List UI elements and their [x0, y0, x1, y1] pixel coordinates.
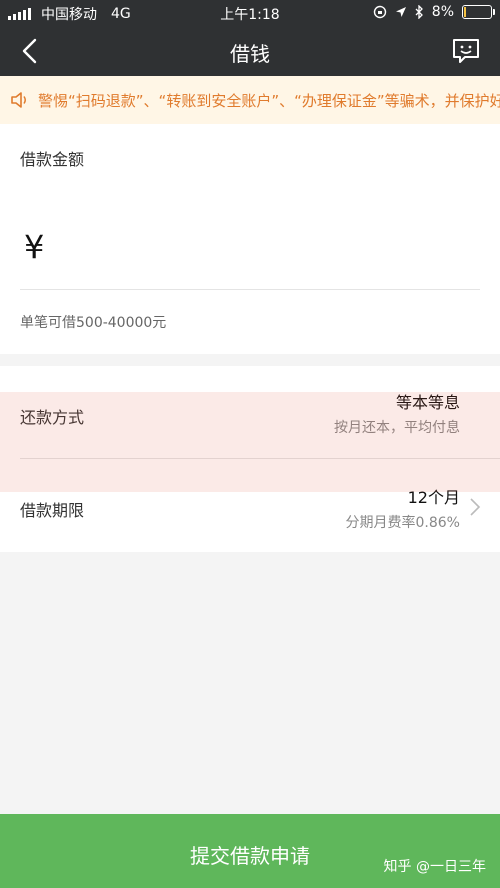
rotation-lock-icon — [373, 5, 386, 19]
submit-loan-button[interactable]: 提交借款申请 知乎 @一日三年 — [0, 814, 500, 888]
bluetooth-icon — [415, 5, 423, 19]
loan-term-value: 12个月 — [407, 488, 460, 507]
loan-amount-card: 借款金额 ¥ 单笔可借500-40000元 — [0, 124, 500, 354]
repayment-method-value: 等本等息 — [395, 393, 460, 412]
feedback-chat-icon[interactable] — [452, 38, 480, 64]
page-title: 借钱 — [230, 42, 270, 66]
loan-amount-input[interactable] — [64, 228, 474, 268]
battery-percent: 8% — [431, 4, 454, 20]
loan-options-card: 还款方式 等本等息 按月还本，平均付息 借款期限 12个月 分期月费率0.86% — [0, 366, 500, 552]
loan-term-row[interactable]: 借款期限 12个月 分期月费率0.86% — [0, 459, 500, 552]
currency-symbol: ¥ — [24, 228, 45, 266]
loan-amount-label: 借款金额 — [20, 150, 85, 169]
scam-warning-text: 警惕“扫码退款”、“转账到安全账户”、“办理保证金”等骗术，并保护好 — [38, 92, 500, 110]
status-right: 8% — [373, 4, 495, 20]
chevron-right-icon — [470, 498, 481, 516]
scam-warning-banner[interactable]: 警惕“扫码退款”、“转账到安全账户”、“办理保证金”等骗术，并保护好 — [0, 76, 500, 124]
repayment-method-sub: 按月还本，平均付息 — [334, 420, 460, 436]
repayment-method-label: 还款方式 — [20, 408, 85, 427]
battery-fill — [464, 7, 466, 17]
speaker-icon — [11, 92, 26, 108]
nav-bar: 借钱 — [0, 26, 500, 76]
amount-underline — [20, 289, 480, 290]
loan-term-label: 借款期限 — [20, 501, 85, 520]
repayment-method-row[interactable]: 还款方式 等本等息 按月还本，平均付息 — [0, 366, 500, 459]
battery-icon — [462, 5, 495, 19]
location-arrow-icon — [395, 7, 406, 17]
zhihu-watermark: 知乎 @一日三年 — [383, 859, 486, 875]
status-bar: 中国移动 4G 上午1:18 8% — [0, 0, 500, 26]
loan-limit-hint: 单笔可借500-40000元 — [20, 315, 167, 331]
loan-term-sub: 分期月费率0.86% — [345, 515, 460, 531]
